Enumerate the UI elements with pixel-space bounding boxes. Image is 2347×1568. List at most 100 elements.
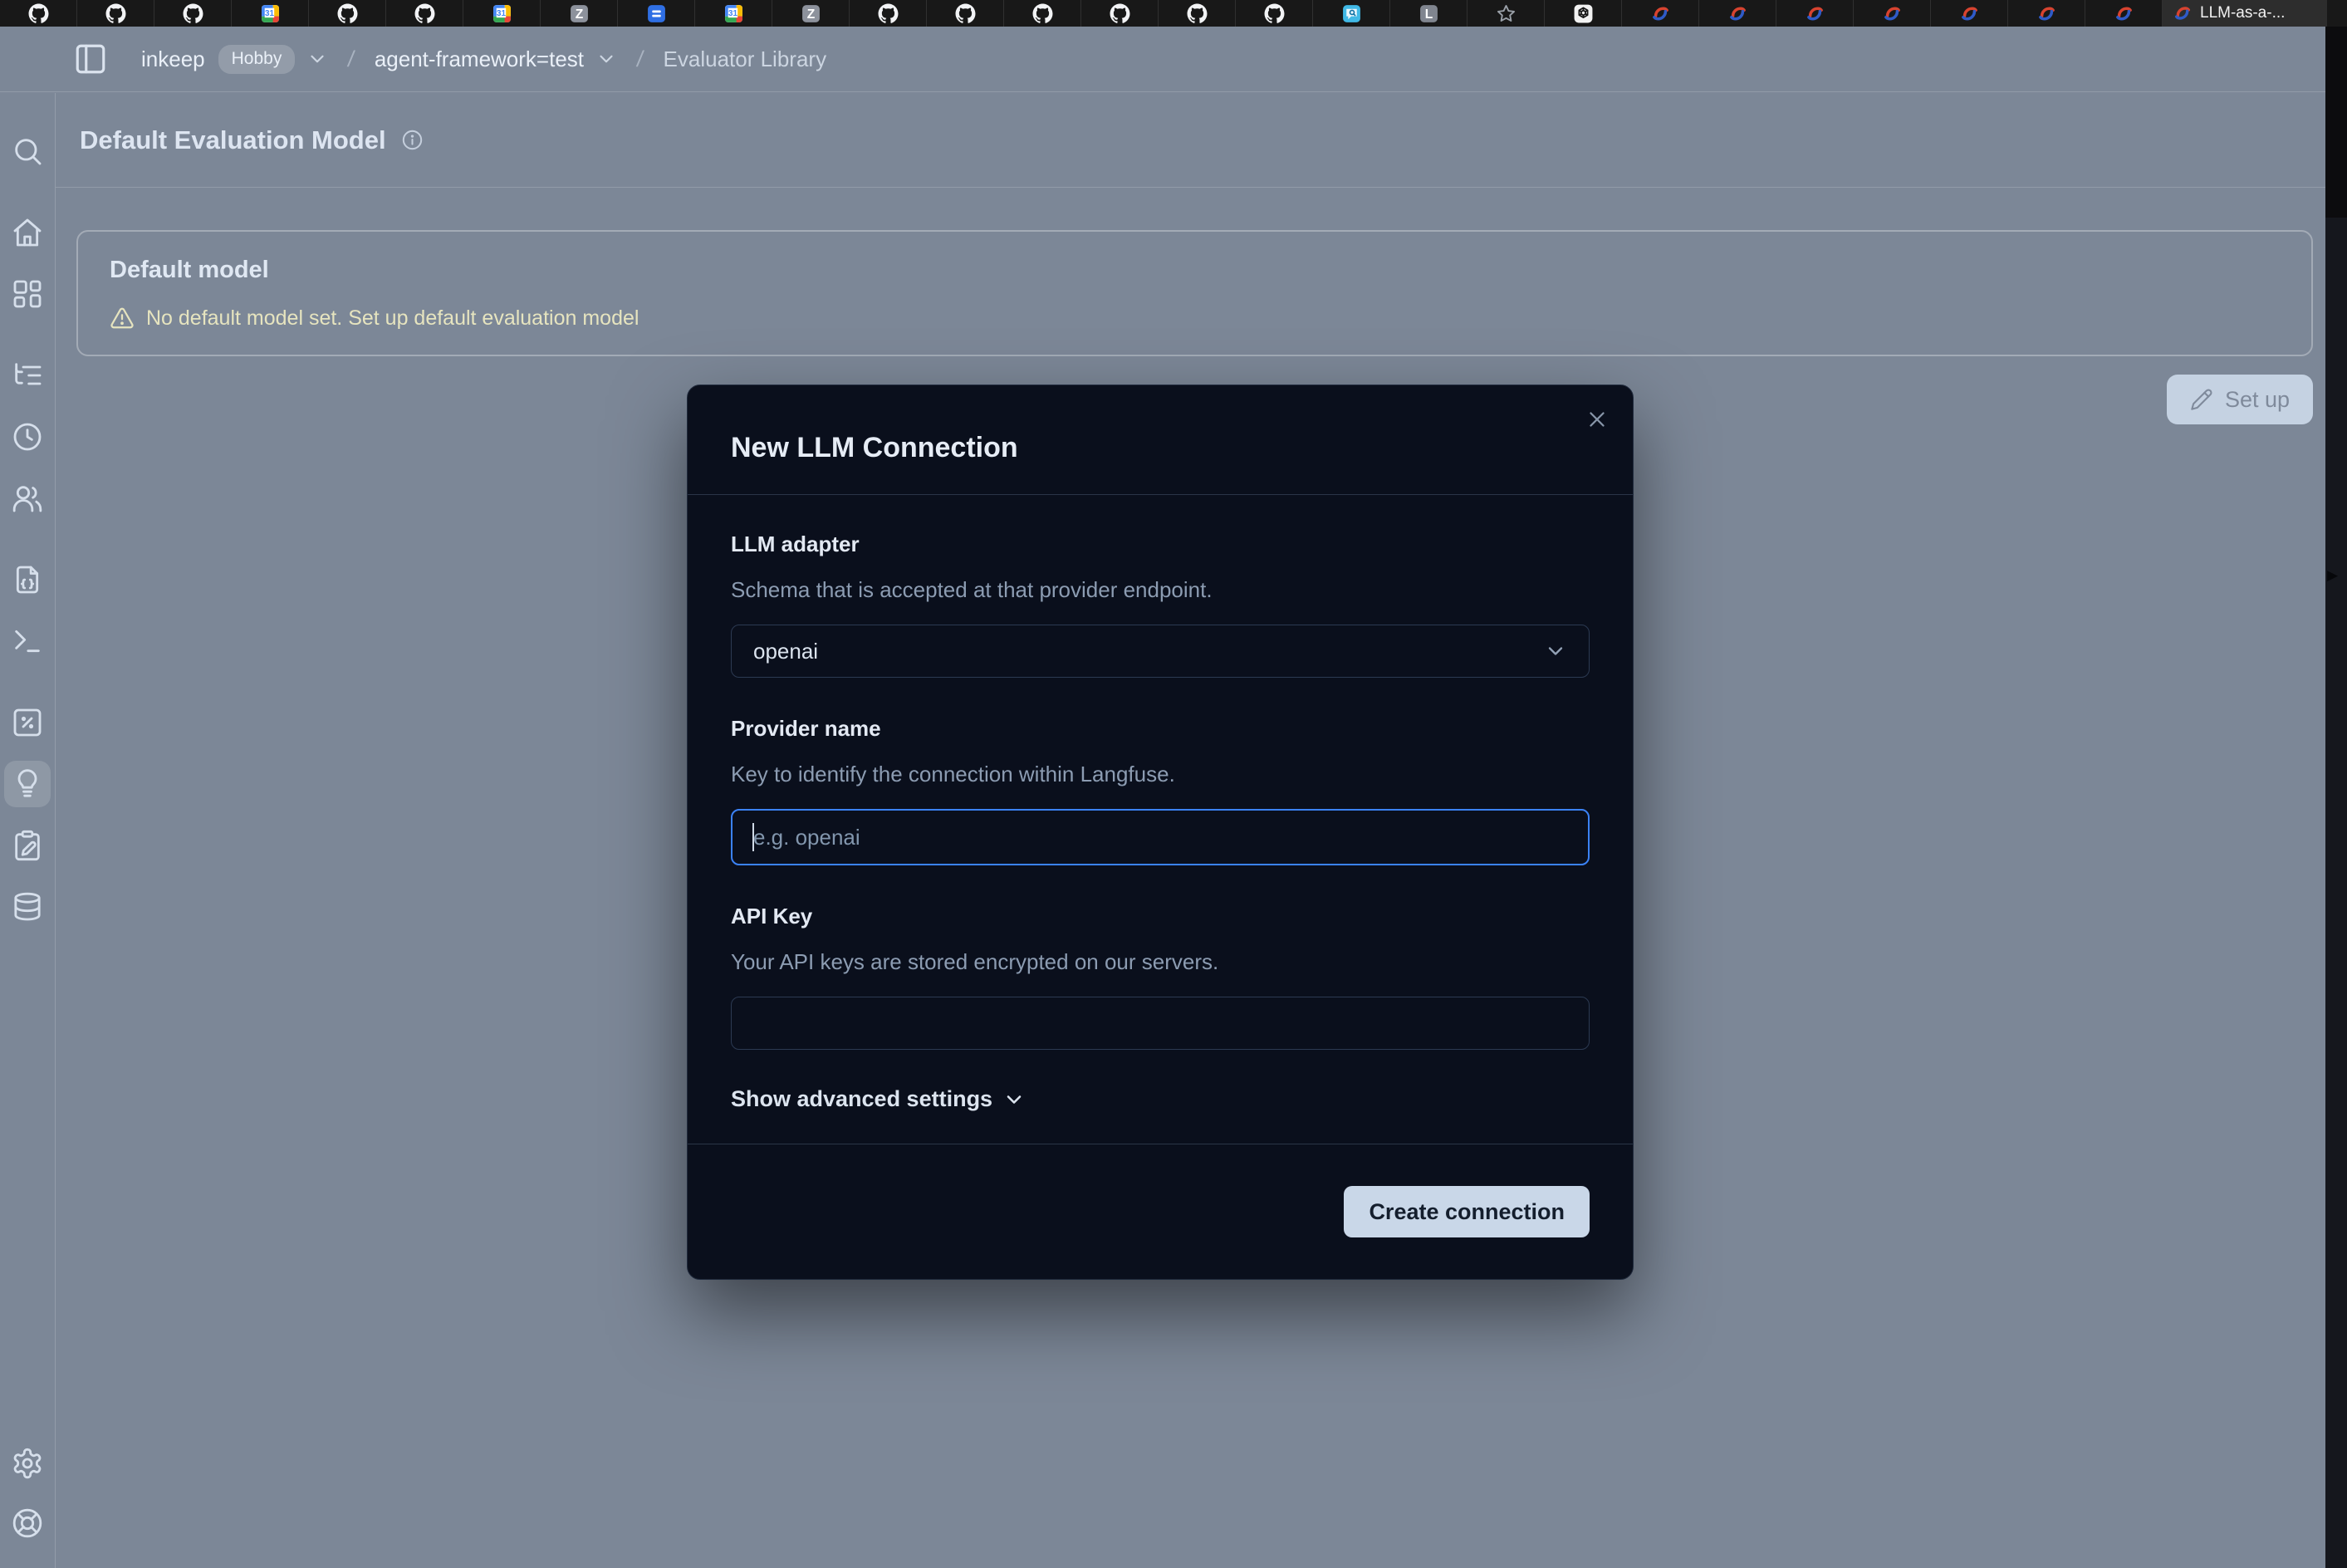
- sidebar-item-settings[interactable]: [4, 1440, 51, 1487]
- gcal-icon: 31: [723, 3, 744, 24]
- sidebar-item-search[interactable]: [4, 128, 51, 174]
- browser-tab-langfuse[interactable]: [2085, 0, 2163, 27]
- browser-tab-langfuse[interactable]: [2008, 0, 2085, 27]
- sidebar-item-clipboard-pen[interactable]: [4, 822, 51, 869]
- github-icon: [183, 3, 203, 24]
- modal-footer: Create connection: [688, 1144, 1633, 1279]
- browser-tab-github[interactable]: [309, 0, 386, 27]
- browser-tab-github[interactable]: [1004, 0, 1081, 27]
- api-key-label: API Key: [731, 904, 1590, 929]
- browser-tab-github[interactable]: [1159, 0, 1236, 27]
- langfuse-icon: [1727, 3, 1748, 24]
- chat-icon: [1341, 3, 1362, 24]
- browser-tab-gcal[interactable]: 31: [695, 0, 772, 27]
- breadcrumb-separator: /: [629, 47, 652, 72]
- browser-tab-openai[interactable]: [1545, 0, 1622, 27]
- screen-right-edge: ▶: [2325, 27, 2347, 1568]
- browser-tab-langfuse[interactable]: [1776, 0, 1854, 27]
- api-key-input[interactable]: [731, 997, 1590, 1050]
- provider-name-label: Provider name: [731, 716, 1590, 742]
- sidebar-item-list-tree[interactable]: [4, 352, 51, 399]
- browser-tab-langfuse[interactable]: [1854, 0, 1931, 27]
- sidebar-item-life-buoy[interactable]: [4, 1500, 51, 1546]
- set-up-label: Set up: [2225, 387, 2290, 413]
- browser-tab-github[interactable]: [77, 0, 154, 27]
- gcal-icon: 31: [260, 3, 281, 24]
- llm-adapter-select[interactable]: openai: [731, 625, 1590, 678]
- breadcrumb-org[interactable]: inkeep: [141, 47, 205, 72]
- gcal-icon: 31: [492, 3, 512, 24]
- sidebar-item-clock[interactable]: [4, 414, 51, 460]
- browser-tab-star[interactable]: [1467, 0, 1545, 27]
- browser-tab-github[interactable]: [850, 0, 927, 27]
- project-switcher-chevron-icon[interactable]: [595, 48, 617, 70]
- github-icon: [955, 3, 976, 24]
- close-icon[interactable]: [1585, 407, 1610, 432]
- sidebar-item-file-json[interactable]: [4, 556, 51, 603]
- clipboard-pen-icon: [11, 829, 44, 862]
- card-title: Default model: [110, 257, 2280, 284]
- set-up-button[interactable]: Set up: [2167, 375, 2313, 424]
- svg-text:Z: Z: [806, 7, 815, 22]
- browser-tab-github[interactable]: [386, 0, 463, 27]
- browser-tab-github[interactable]: [0, 0, 77, 27]
- sidebar-toggle-icon[interactable]: [73, 42, 108, 76]
- github-icon: [1187, 3, 1208, 24]
- browser-tab-github[interactable]: [927, 0, 1004, 27]
- lightbulb-icon: [11, 767, 44, 801]
- provider-name-input[interactable]: e.g. openai: [731, 809, 1590, 865]
- svg-text:31: 31: [728, 9, 737, 18]
- browser-tab-gcal[interactable]: 31: [232, 0, 309, 27]
- sidebar-item-database[interactable]: [4, 884, 51, 930]
- info-icon[interactable]: [401, 129, 424, 151]
- browser-tab-github[interactable]: [154, 0, 232, 27]
- browser-tab-github[interactable]: [1236, 0, 1313, 27]
- org-switcher-chevron-icon[interactable]: [306, 48, 328, 70]
- modal-header: New LLM Connection: [688, 385, 1633, 495]
- github-icon: [1032, 3, 1053, 24]
- browser-tab-chat[interactable]: [1313, 0, 1390, 27]
- github-icon: [28, 3, 49, 24]
- clock-icon: [11, 420, 44, 453]
- browser-tab-github[interactable]: [1081, 0, 1159, 27]
- browser-tab-gcal[interactable]: 31: [463, 0, 541, 27]
- browser-tab-zotero[interactable]: Z: [772, 0, 850, 27]
- browser-tab-langfuse[interactable]: [1622, 0, 1699, 27]
- sidebar-item-layout-grid[interactable]: [4, 271, 51, 317]
- plan-badge: Hobby: [218, 45, 296, 74]
- sidebar-item-home[interactable]: [4, 209, 51, 256]
- provider-name-description: Key to identify the connection within La…: [731, 762, 1590, 787]
- sidebar-nav: [0, 93, 56, 1568]
- github-icon: [105, 3, 126, 24]
- modal-body: LLM adapter Schema that is accepted at t…: [688, 495, 1633, 1144]
- browser-tab-langfuse[interactable]: [1931, 0, 2008, 27]
- sidebar-item-terminal[interactable]: [4, 618, 51, 664]
- breadcrumb-separator: /: [340, 47, 363, 72]
- svg-text:31: 31: [264, 9, 273, 18]
- show-advanced-settings-toggle[interactable]: Show advanced settings: [731, 1086, 1026, 1112]
- app-header: inkeep Hobby / agent-framework=test / Ev…: [0, 27, 2325, 92]
- svg-text:Z: Z: [575, 7, 583, 22]
- langfuse-icon: [2173, 3, 2193, 23]
- list-tree-icon: [11, 359, 44, 392]
- browser-tab-gdocs[interactable]: [618, 0, 695, 27]
- chevron-down-icon: [1544, 639, 1567, 663]
- settings-icon: [11, 1447, 44, 1480]
- browser-tab-active[interactable]: LLM-as-a-...: [2163, 0, 2327, 27]
- browser-tab-langfuse[interactable]: [1699, 0, 1776, 27]
- langfuse-icon: [1805, 3, 1825, 24]
- new-llm-connection-modal: New LLM Connection LLM adapter Schema th…: [687, 385, 1634, 1280]
- edge-arrow-glyph: ▶: [2327, 568, 2338, 582]
- triangle-alert-icon: [110, 306, 135, 331]
- browser-tab-linear[interactable]: L: [1390, 0, 1467, 27]
- create-connection-button[interactable]: Create connection: [1344, 1186, 1590, 1237]
- sidebar-item-users[interactable]: [4, 475, 51, 522]
- browser-tab-zotero[interactable]: Z: [541, 0, 618, 27]
- gdocs-icon: [646, 3, 667, 24]
- breadcrumb-project[interactable]: agent-framework=test: [375, 47, 584, 72]
- users-icon: [11, 482, 44, 515]
- default-model-card: Default model No default model set. Set …: [76, 230, 2313, 356]
- sidebar-item-square-percent[interactable]: [4, 699, 51, 746]
- sidebar-item-lightbulb[interactable]: [4, 761, 51, 807]
- zotero-icon: Z: [569, 3, 590, 24]
